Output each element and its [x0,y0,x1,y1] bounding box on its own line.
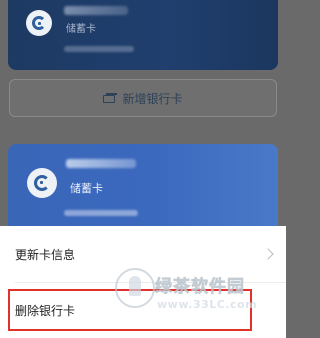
chevron-right-icon [262,248,274,260]
bank-logo-icon [27,168,57,198]
card-number-blurred [64,210,138,216]
update-card-info-label: 更新卡信息 [15,247,76,262]
card-name-blurred [66,159,136,168]
card-type-label: 储蓄卡 [66,24,96,35]
action-sheet: 更新卡信息 删除银行卡 [0,226,286,338]
card-add-icon [103,93,118,103]
update-card-info-item[interactable]: 更新卡信息 [0,226,286,282]
card-type-label: 储蓄卡 [70,182,103,195]
add-bank-card-label: 新增银行卡 [122,91,183,106]
card-number-blurred [64,46,134,52]
bank-logo-icon [26,10,52,36]
screen: 储蓄卡 新增银行卡 储蓄卡 更新卡信息 删除银行卡 绿茶软件园 www.33LC… [0,0,286,338]
highlight-box [8,289,252,331]
bank-card-top[interactable]: 储蓄卡 [8,0,278,70]
add-bank-card-button[interactable]: 新增银行卡 [9,79,277,117]
card-name-blurred [64,6,128,15]
